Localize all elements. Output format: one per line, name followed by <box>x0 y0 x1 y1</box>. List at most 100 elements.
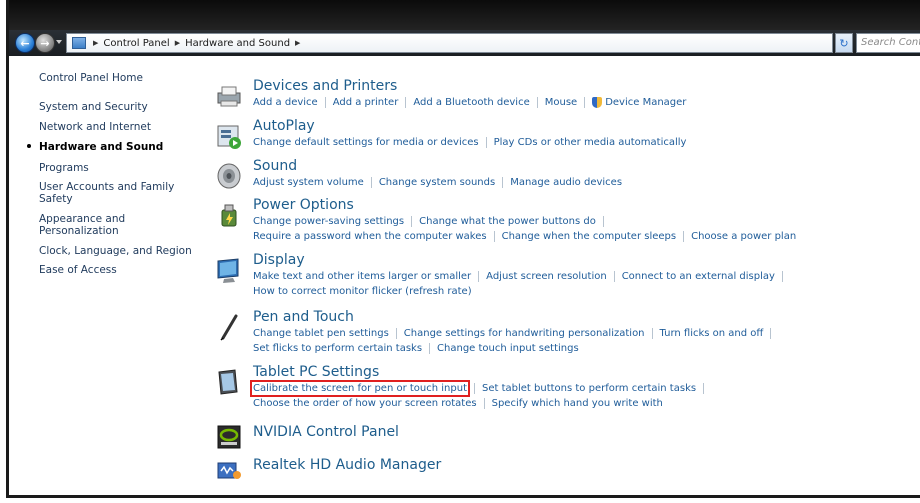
link-divider <box>703 383 705 394</box>
link-computer-sleeps[interactable]: Change when the computer sleeps <box>502 231 677 242</box>
refresh-icon: ↻ <box>839 36 849 50</box>
link-change-power-saving[interactable]: Change power-saving settings <box>253 216 404 227</box>
link-divider <box>502 177 504 188</box>
link-mouse[interactable]: Mouse <box>545 97 577 108</box>
address-bar[interactable]: ▶ Control Panel ▶ Hardware and Sound ▶ <box>66 33 875 53</box>
chevron-right-icon[interactable]: ▶ <box>292 39 303 47</box>
link-play-cds[interactable]: Play CDs or other media automatically <box>494 137 687 148</box>
category-links-row: Add a device Add a printer Add a Bluetoo… <box>253 97 686 108</box>
link-divider <box>478 271 480 282</box>
category-title[interactable]: Devices and Printers <box>253 78 397 94</box>
link-adjust-system-volume[interactable]: Adjust system volume <box>253 177 364 188</box>
link-tablet-buttons[interactable]: Set tablet buttons to perform certain ta… <box>482 383 696 394</box>
link-divider <box>613 271 615 282</box>
link-divider <box>411 216 413 227</box>
link-set-flicks[interactable]: Set flicks to perform certain tasks <box>253 343 422 354</box>
category-links-row: How to correct monitor flicker (refresh … <box>253 286 472 297</box>
sidebar-item-ease-of-access[interactable]: Ease of Access <box>39 264 117 276</box>
link-add-bluetooth-device[interactable]: Add a Bluetooth device <box>413 97 529 108</box>
link-add-printer[interactable]: Add a printer <box>333 97 399 108</box>
category-links-row: Require a password when the computer wak… <box>253 231 796 242</box>
chevron-right-icon[interactable]: ▶ <box>172 39 183 47</box>
pen-icon <box>220 314 238 341</box>
sidebar-item-user-accounts[interactable]: User Accounts and Family Safety <box>39 181 184 205</box>
category-links-row: Calibrate the screen for pen or touch in… <box>250 380 711 397</box>
link-change-system-sounds[interactable]: Change system sounds <box>379 177 495 188</box>
link-divider <box>483 398 485 409</box>
link-handwriting-personalization[interactable]: Change settings for handwriting personal… <box>404 328 645 339</box>
category-title[interactable]: NVIDIA Control Panel <box>253 424 399 440</box>
sidebar-item-appearance[interactable]: Appearance and Personalization <box>39 213 149 237</box>
refresh-button[interactable]: ↻ <box>835 33 853 53</box>
category-title[interactable]: Tablet PC Settings <box>253 364 379 380</box>
printer-icon <box>217 86 241 107</box>
link-writing-hand[interactable]: Specify which hand you write with <box>492 398 663 409</box>
category-links-row: Change default settings for media or dev… <box>253 137 686 148</box>
link-turn-flicks[interactable]: Turn flicks on and off <box>660 328 764 339</box>
link-monitor-flicker[interactable]: How to correct monitor flicker (refresh … <box>253 286 472 297</box>
link-divider <box>584 97 586 108</box>
link-divider <box>781 271 783 282</box>
sidebar: Control Panel Home System and Security N… <box>9 56 195 495</box>
category-title[interactable]: Pen and Touch <box>253 309 354 325</box>
sidebar-item-hardware-and-sound[interactable]: Hardware and Sound <box>39 141 163 153</box>
category-links-row: Adjust system volume Change system sound… <box>253 177 622 188</box>
navigation-bar: ← → ▶ Control Panel ▶ Hardware and Sound… <box>9 30 920 56</box>
sidebar-item-programs[interactable]: Programs <box>39 162 89 174</box>
chevron-right-icon[interactable]: ▶ <box>90 39 101 47</box>
link-screen-rotation-order[interactable]: Choose the order of how your screen rota… <box>253 398 477 409</box>
back-button[interactable]: ← <box>15 33 35 53</box>
link-require-password[interactable]: Require a password when the computer wak… <box>253 231 487 242</box>
link-manage-audio-devices[interactable]: Manage audio devices <box>510 177 622 188</box>
forward-button[interactable]: → <box>35 33 55 53</box>
category-links-row: Make text and other items larger or smal… <box>253 271 790 282</box>
link-divider <box>770 328 772 339</box>
category-title[interactable]: Power Options <box>253 197 354 213</box>
link-divider <box>395 328 397 339</box>
link-divider <box>405 97 407 108</box>
link-divider <box>493 231 495 242</box>
link-power-buttons[interactable]: Change what the power buttons do <box>419 216 596 227</box>
display-icon <box>217 258 239 283</box>
link-divider <box>536 97 538 108</box>
breadcrumb-control-panel[interactable]: Control Panel <box>101 38 171 49</box>
category-title[interactable]: Sound <box>253 158 297 174</box>
realtek-icon <box>217 462 241 479</box>
tablet-icon <box>218 369 238 395</box>
category-links-row: Change tablet pen settings Change settin… <box>253 328 778 339</box>
search-input[interactable]: Search Control Panel <box>856 33 920 53</box>
speaker-icon <box>217 163 241 189</box>
link-divider <box>324 97 326 108</box>
link-touch-input-settings[interactable]: Change touch input settings <box>437 343 579 354</box>
link-divider <box>473 383 475 394</box>
link-adjust-screen-resolution[interactable]: Adjust screen resolution <box>486 271 607 282</box>
breadcrumb-hardware-and-sound[interactable]: Hardware and Sound <box>183 38 292 49</box>
link-calibrate-screen[interactable]: Calibrate the screen for pen or touch in… <box>250 380 470 397</box>
sidebar-item-network-and-internet[interactable]: Network and Internet <box>39 121 151 133</box>
category-links-row: Choose the order of how your screen rota… <box>253 398 663 409</box>
uac-shield-icon <box>592 97 603 108</box>
sidebar-item-clock-language-region[interactable]: Clock, Language, and Region <box>39 245 192 257</box>
category-title[interactable]: AutoPlay <box>253 118 315 134</box>
link-change-default-settings[interactable]: Change default settings for media or dev… <box>253 137 479 148</box>
sidebar-item-control-panel-home[interactable]: Control Panel Home <box>39 72 143 84</box>
title-bar <box>9 0 920 30</box>
link-connect-external-display[interactable]: Connect to an external display <box>622 271 775 282</box>
link-make-text-larger[interactable]: Make text and other items larger or smal… <box>253 271 471 282</box>
category-title[interactable]: Display <box>253 252 305 268</box>
link-divider <box>429 343 431 354</box>
back-arrow-icon: ← <box>20 36 30 50</box>
recent-pages-dropdown-icon[interactable] <box>56 40 62 44</box>
sidebar-item-system-and-security[interactable]: System and Security <box>39 101 148 113</box>
link-divider <box>683 231 685 242</box>
link-device-manager[interactable]: Device Manager <box>605 97 686 108</box>
power-icon <box>221 204 237 227</box>
category-title[interactable]: Realtek HD Audio Manager <box>253 457 441 473</box>
link-add-device[interactable]: Add a device <box>253 97 318 108</box>
main-content: Devices and Printers Add a device Add a … <box>195 56 920 495</box>
category-links-row: Set flicks to perform certain tasks Chan… <box>253 343 579 354</box>
link-tablet-pen-settings[interactable]: Change tablet pen settings <box>253 328 389 339</box>
autoplay-icon <box>217 125 241 149</box>
link-choose-power-plan[interactable]: Choose a power plan <box>691 231 796 242</box>
control-panel-icon <box>72 37 86 49</box>
